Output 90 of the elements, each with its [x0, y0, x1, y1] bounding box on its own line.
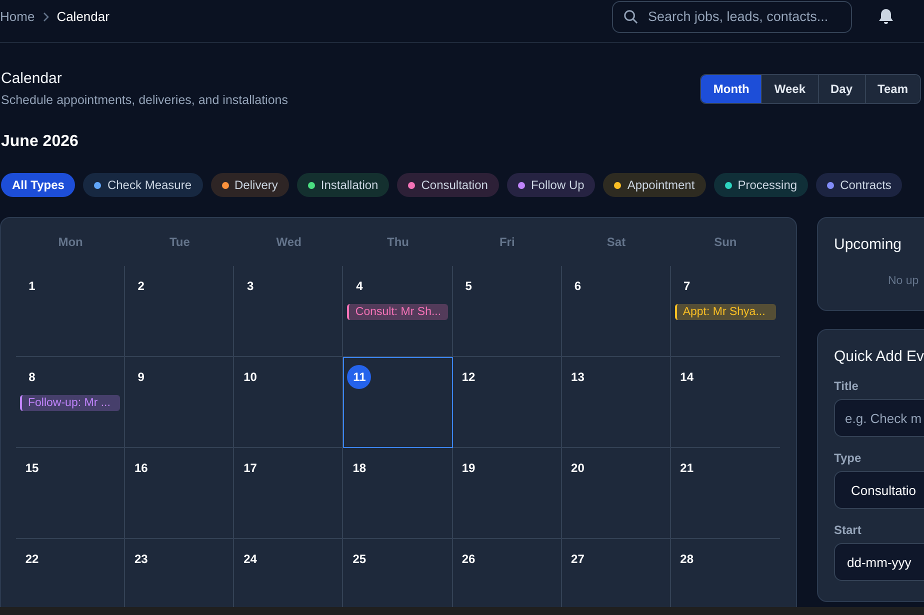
day-number: 24 — [242, 551, 258, 568]
day-cell[interactable]: 17 — [234, 448, 344, 539]
event-chip[interactable]: Appt: Mr Shya... — [674, 304, 776, 320]
day-cell[interactable]: 7 Appt: Mr Shya... — [670, 266, 780, 357]
day-number: 17 — [242, 460, 258, 477]
day-number: 18 — [352, 460, 368, 477]
month-title: June 2026 — [1, 133, 80, 151]
weekday-label: Wed — [275, 234, 302, 251]
filter-chip[interactable]: Delivery — [210, 173, 289, 197]
day-cell[interactable]: 21 — [670, 448, 780, 539]
filter-chip[interactable]: Contracts — [816, 173, 902, 197]
page-title: Calendar — [1, 70, 63, 87]
empty-text: No up — [888, 275, 920, 287]
day-number: 9 — [136, 369, 146, 386]
weekday-label: Sat — [606, 234, 627, 251]
input-field[interactable]: e.g. Check m — [834, 399, 924, 437]
day-number: 4 — [355, 278, 364, 295]
day-cell[interactable]: 18 — [343, 448, 453, 539]
day-cell[interactable]: 10 — [234, 357, 344, 448]
day-number: 10 — [242, 369, 258, 386]
view-tab[interactable]: Month — [701, 75, 762, 103]
day-number: 8 — [28, 369, 36, 386]
day-number: 11 — [347, 365, 372, 389]
day-cell[interactable]: 6 — [562, 266, 671, 357]
breadcrumb-link[interactable]: Calendar — [56, 9, 110, 24]
day-number: 19 — [460, 460, 476, 477]
day-number: 21 — [679, 460, 695, 477]
day-cell[interactable]: 16 — [125, 448, 234, 539]
field-label: Title — [834, 379, 860, 393]
view-tab[interactable]: Week — [761, 75, 818, 103]
event-chip[interactable]: Follow-up: Mr ... — [20, 395, 120, 411]
filter-chip[interactable]: Consultation — [397, 173, 499, 197]
day-cell[interactable]: 2 — [125, 266, 234, 357]
day-number: 16 — [133, 460, 149, 477]
panel-title: Upcoming — [834, 236, 903, 253]
search-icon — [623, 8, 638, 24]
day-number: 20 — [570, 460, 586, 477]
day-cell[interactable]: 8 Follow-up: Mr ... — [16, 357, 126, 448]
panel-title: Quick Add Ev — [834, 348, 924, 365]
day-number: 26 — [460, 551, 476, 568]
day-cell[interactable]: 13 — [562, 357, 671, 448]
weekday-label: Sun — [713, 234, 738, 251]
weekday-label: Thu — [386, 234, 410, 251]
filter-chip[interactable]: Check Measure — [83, 173, 203, 197]
day-number: 25 — [352, 551, 368, 568]
day-cell[interactable]: 5 — [452, 266, 562, 357]
day-number: 7 — [682, 278, 692, 295]
select-field[interactable]: Consultatio — [834, 471, 924, 509]
day-number: 14 — [679, 369, 695, 386]
day-number: 13 — [570, 369, 586, 386]
weekday-label: Tue — [168, 234, 191, 251]
day-cell[interactable]: 19 — [452, 448, 562, 539]
day-number: 3 — [246, 278, 255, 295]
day-cell[interactable]: 3 — [234, 266, 344, 357]
day-cell[interactable]: 11 — [343, 357, 453, 448]
filter-chip[interactable]: Processing — [714, 173, 808, 197]
bell-icon[interactable] — [878, 8, 894, 25]
field-label: Start — [834, 523, 862, 537]
day-number: 12 — [460, 369, 476, 386]
field-label: Type — [834, 451, 862, 465]
day-cell[interactable]: 9 — [125, 357, 234, 448]
page-subtitle: Schedule appointments, deliveries, and installations — [1, 93, 288, 107]
day-number: 23 — [133, 551, 149, 568]
day-number: 6 — [573, 278, 582, 295]
day-number: 22 — [24, 551, 40, 568]
search-field[interactable]: Search jobs, leads, contacts... — [612, 0, 852, 32]
day-number: 28 — [679, 551, 695, 568]
weekday-label: Fri — [498, 234, 516, 251]
day-cell[interactable]: 20 — [562, 448, 671, 539]
weekday-label: Mon — [57, 234, 84, 251]
day-cell[interactable]: 4 Consult: Mr Sh... — [343, 266, 453, 357]
day-number: 1 — [28, 278, 36, 295]
day-number: 2 — [136, 278, 146, 295]
view-tab[interactable]: Day — [818, 75, 865, 103]
day-cell[interactable]: 14 — [670, 357, 780, 448]
filter-chip[interactable]: Appointment — [603, 173, 706, 197]
day-number: 5 — [464, 278, 473, 295]
filter-chip[interactable]: All Types — [1, 173, 76, 197]
day-cell[interactable]: 12 — [452, 357, 562, 448]
day-cell[interactable]: 15 — [16, 448, 126, 539]
filter-chip[interactable]: Follow Up — [506, 173, 596, 197]
filter-chip[interactable]: Installation — [296, 173, 390, 197]
day-cell[interactable]: 1 — [16, 266, 126, 357]
chevron-icon — [40, 12, 51, 22]
event-chip[interactable]: Consult: Mr Sh... — [347, 304, 448, 320]
breadcrumb-link[interactable]: Home — [0, 9, 35, 24]
day-number: 27 — [570, 551, 586, 568]
day-number: 15 — [24, 460, 40, 477]
date-field[interactable]: dd-mm-yyy — [834, 543, 924, 581]
view-tab[interactable]: Team — [864, 75, 920, 103]
